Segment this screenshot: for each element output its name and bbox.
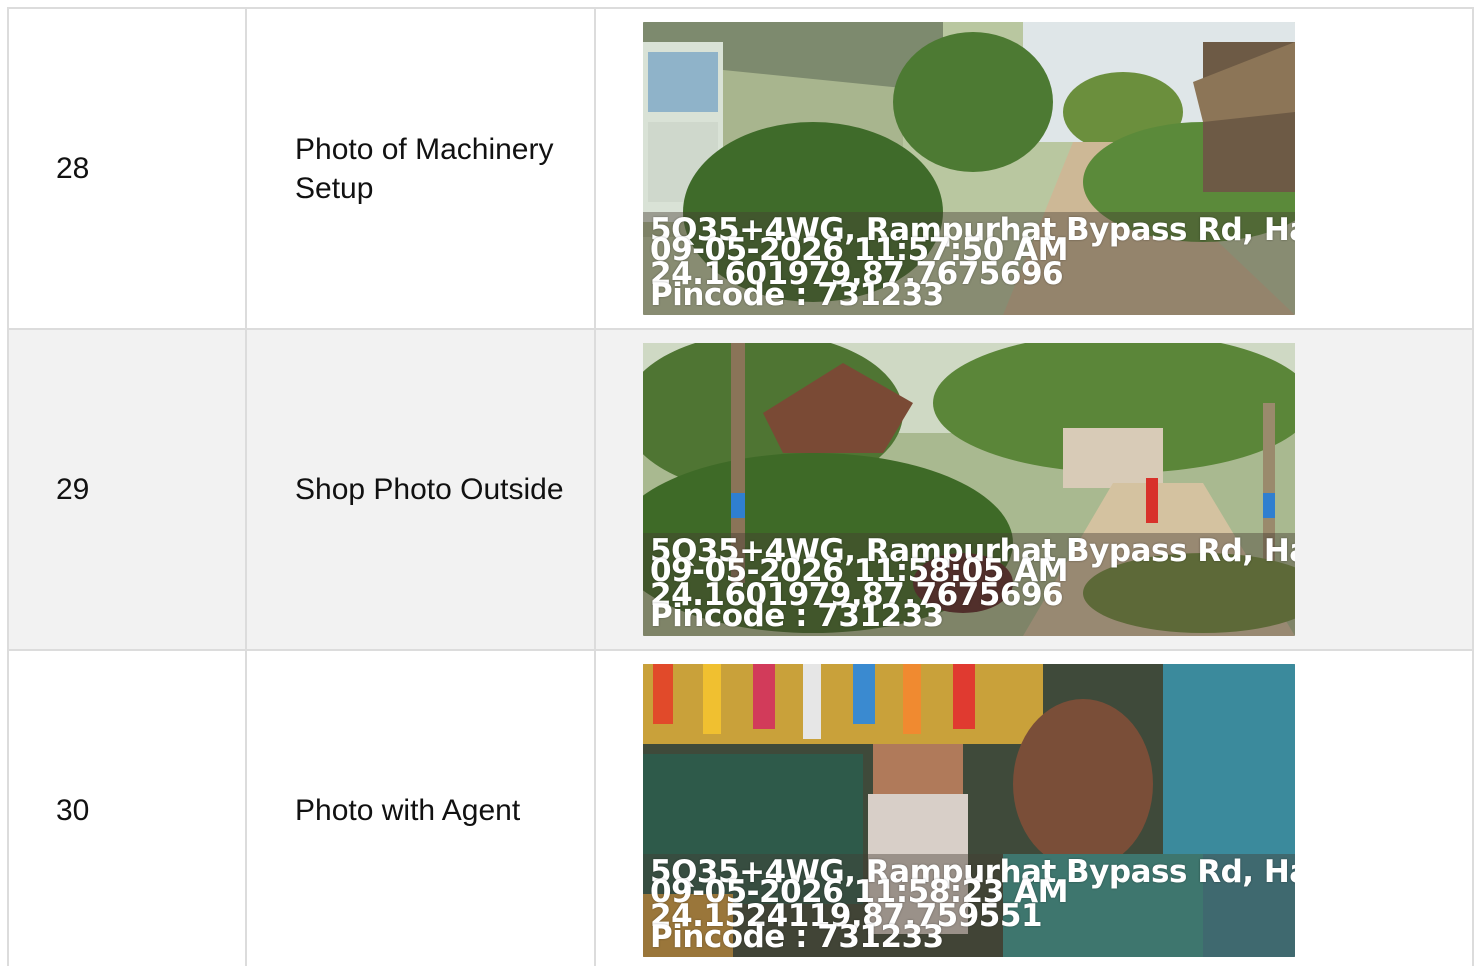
geotag-pincode: Pincode : 731233 [650,277,944,313]
shop-outside-photo[interactable]: 5Q35+4WG, Rampurhat Bypass Rd, Harioka, … [643,343,1295,636]
row-label: Photo with Agent [295,794,521,827]
machinery-setup-photo[interactable]: 5Q35+4WG, Rampurhat Bypass Rd, Harioka, … [643,22,1295,315]
row-label: Shop Photo Outside [295,473,564,506]
photo-cell: 5Q35+4WG, Rampurhat Bypass Rd, Harioka, … [594,328,1474,651]
geotag-pincode: Pincode : 731233 [650,919,944,955]
row-number-cell: 28 [7,7,247,330]
row-label-cell: Shop Photo Outside [245,328,596,651]
geotag-pincode: Pincode : 731233 [650,598,944,634]
row-label-cell: Photo with Agent [245,649,596,966]
row-number: 29 [56,473,90,506]
row-number-cell: 30 [7,649,247,966]
table-row: 28 Photo of Machinery Setup 5Q35+4WG, Ra… [7,7,1474,330]
row-number: 28 [56,152,90,185]
row-label-cell: Photo of Machinery Setup [245,7,596,330]
row-number: 30 [56,794,90,827]
photo-cell: 5Q35+4WG, Rampurhat Bypass Rd, Harioka, … [594,7,1474,330]
row-label: Photo of Machinery Setup [295,132,554,205]
agent-selfie-photo[interactable]: 5Q35+4WG, Rampurhat Bypass Rd, Harioka, … [643,664,1295,957]
document-page: 28 Photo of Machinery Setup 5Q35+4WG, Ra… [0,0,1482,966]
table-row: 29 Shop Photo Outside 5Q35+4WG, Rampurha… [7,328,1474,651]
photo-evidence-table: 28 Photo of Machinery Setup 5Q35+4WG, Ra… [7,7,1474,966]
row-number-cell: 29 [7,328,247,651]
table-row: 30 Photo with Agent 5Q35+4WG, Rampurhat … [7,649,1474,966]
photo-cell: 5Q35+4WG, Rampurhat Bypass Rd, Harioka, … [594,649,1474,966]
